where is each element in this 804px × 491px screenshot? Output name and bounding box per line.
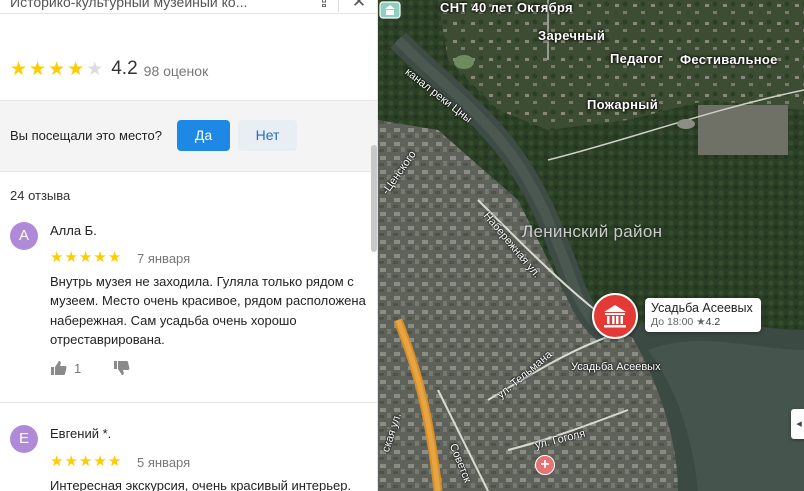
star-icon: ★	[67, 57, 85, 80]
star-icon: ★	[50, 452, 64, 470]
star-icon: ★	[93, 248, 107, 266]
header-divider	[338, 0, 339, 12]
star-icon: ★	[29, 57, 47, 80]
popup-rating: 4.2	[705, 316, 721, 328]
hospital-icon[interactable]: +	[535, 455, 555, 475]
review-stars: ★ ★ ★ ★ ★	[50, 454, 122, 469]
rating-value: 4.2	[111, 58, 138, 79]
map-label-district: Ленинский район	[522, 222, 663, 241]
map-label-festivalnoe: Фестивальное	[680, 52, 778, 67]
star-icon: ★	[64, 452, 78, 470]
review-text: Внутрь музея не заходила. Гуляла только …	[50, 274, 366, 348]
thumbs-up-icon	[51, 361, 67, 375]
star-icon: ★	[107, 452, 122, 470]
review-author[interactable]: Алла Б.	[50, 223, 97, 238]
visited-no-button[interactable]: Нет	[238, 120, 297, 151]
place-popup[interactable]: Усадьба Асеевых До 18:00 ★4.2	[645, 298, 761, 332]
close-icon[interactable]: ✕	[349, 0, 369, 12]
visit-prompt: Вы посещали это место? Да Нет	[0, 100, 377, 172]
poi-label: Усадьба Асеевых	[571, 361, 661, 373]
star-icon: ★	[78, 248, 93, 266]
museum-pin[interactable]	[592, 293, 638, 339]
visit-question: Вы посещали это место?	[10, 128, 162, 143]
rating-summary: ★ ★ ★ ★ ★ 4.2 98 оценок	[10, 58, 208, 80]
like-count: 1	[74, 360, 82, 376]
map-view[interactable]: СНТ 40 лет Октября Заречный Педагог Фест…	[378, 0, 804, 491]
avatar[interactable]: Е	[10, 425, 38, 453]
map-side-button[interactable]: ◂	[791, 409, 804, 439]
like-button[interactable]: 1	[50, 360, 81, 376]
review-stars: ★ ★ ★ ★ ★	[50, 250, 122, 265]
review-text: Интересная экскурсия, очень красивый инт…	[50, 478, 352, 491]
visited-yes-button[interactable]: Да	[177, 120, 230, 151]
review-date: 5 января	[137, 455, 191, 470]
panel-header: Историко-культурный музейный ко... ⇪ ✕	[0, 0, 377, 14]
satellite-imagery	[378, 0, 804, 491]
map-label-snt: СНТ 40 лет Октября	[440, 0, 573, 15]
share-icon[interactable]: ⇪	[314, 0, 334, 12]
star-icon: ★	[48, 57, 66, 80]
rating-count[interactable]: 98 оценок	[144, 63, 209, 79]
dislike-button[interactable]	[113, 360, 130, 376]
popup-place-name: Усадьба Асеевых	[651, 301, 753, 315]
review-author[interactable]: Евгений *.	[50, 426, 111, 441]
star-icon: ★	[78, 452, 93, 470]
map-label-pozharny: Пожарный	[587, 97, 659, 112]
map-label-zarechny: Заречный	[538, 28, 606, 43]
map-label-pedagog: Педагог	[610, 51, 663, 66]
star-icon: ★	[107, 248, 122, 266]
review-date: 7 января	[137, 251, 191, 266]
popup-hours: До 18:00	[651, 316, 694, 328]
panel-scrollbar[interactable]	[371, 145, 377, 252]
place-panel: Историко-культурный музейный ко... ⇪ ✕ ★…	[0, 0, 378, 491]
museum-icon	[604, 305, 626, 328]
star-icon: ★	[50, 248, 64, 266]
star-icon: ★	[10, 57, 28, 80]
reviews-count: 24 отзыва	[10, 188, 71, 203]
star-icon: ★	[64, 248, 78, 266]
popup-subtitle: До 18:00 ★4.2	[651, 316, 755, 328]
star-empty-icon: ★	[86, 57, 104, 80]
place-title: Историко-культурный музейный ко...	[10, 0, 248, 10]
museum-poi-icon[interactable]	[378, 0, 402, 20]
thumbs-down-icon	[114, 361, 130, 375]
star-icon: ★	[696, 316, 706, 328]
star-icon: ★	[93, 452, 107, 470]
review-divider	[0, 402, 377, 403]
avatar[interactable]: А	[10, 222, 38, 250]
